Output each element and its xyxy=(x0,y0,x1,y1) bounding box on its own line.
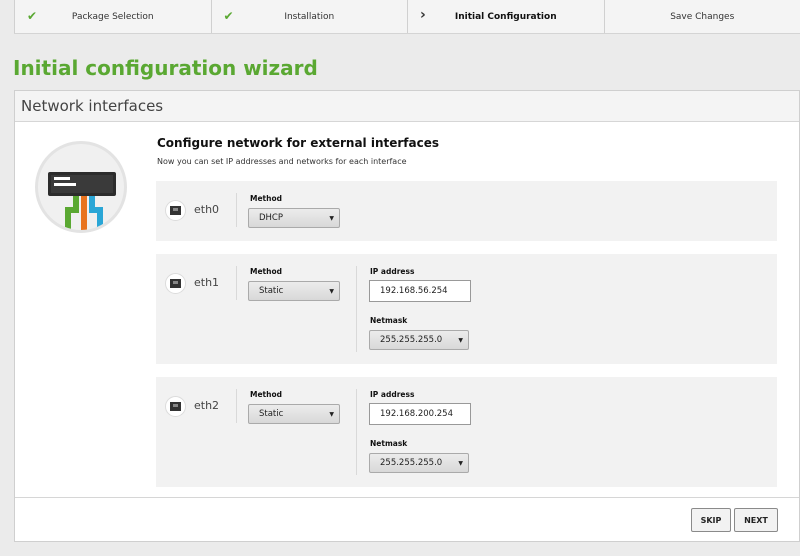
ethernet-port-icon xyxy=(165,273,186,294)
method-select[interactable]: Static ▼ xyxy=(248,404,340,424)
interface-name: eth1 xyxy=(194,276,220,289)
step-label: Initial Configuration xyxy=(454,11,557,22)
panel-heading-text: Network interfaces xyxy=(21,97,164,115)
step-label: Save Changes xyxy=(670,11,735,22)
ip-address-input[interactable]: 192.168.56.254 xyxy=(369,280,471,302)
step-initial-configuration[interactable]: › Initial Configuration xyxy=(407,0,604,33)
step-save-changes[interactable]: Save Changes xyxy=(603,0,800,33)
netmask-select[interactable]: 255.255.255.0 ▼ xyxy=(369,330,469,350)
caret-down-icon: ▼ xyxy=(329,411,334,418)
section-subtitle: Now you can set IP addresses and network… xyxy=(157,157,407,166)
interface-name: eth2 xyxy=(194,399,220,412)
panel-footer: SKIP NEXT xyxy=(15,497,799,541)
netmask-label: Netmask xyxy=(370,439,408,448)
ethernet-port-icon xyxy=(165,396,186,417)
next-button[interactable]: NEXT xyxy=(734,508,778,532)
page-title: Initial configuration wizard xyxy=(13,56,318,80)
interface-eth1: eth1 Method Static ▼ IP address 192.168.… xyxy=(156,254,777,364)
network-interfaces-panel: Network interfaces Configure network for… xyxy=(14,90,800,542)
interface-name: eth0 xyxy=(194,203,220,216)
caret-down-icon: ▼ xyxy=(329,288,334,295)
step-label: Package Selection xyxy=(71,11,154,22)
method-label: Method xyxy=(250,390,282,399)
method-select[interactable]: Static ▼ xyxy=(248,281,340,301)
method-label: Method xyxy=(250,267,282,276)
netmask-select[interactable]: 255.255.255.0 ▼ xyxy=(369,453,469,473)
method-label: Method xyxy=(250,194,282,203)
wizard-steps: ✔ Package Selection ✔ Installation › Ini… xyxy=(14,0,800,34)
netmask-label: Netmask xyxy=(370,316,408,325)
interface-eth0: eth0 Method DHCP ▼ xyxy=(156,181,777,241)
ip-address-label: IP address xyxy=(370,267,415,276)
step-package-selection[interactable]: ✔ Package Selection xyxy=(14,0,211,33)
caret-down-icon: ▼ xyxy=(458,337,463,344)
network-switch-icon xyxy=(35,141,127,233)
caret-down-icon: ▼ xyxy=(458,460,463,467)
ip-address-input[interactable]: 192.168.200.254 xyxy=(369,403,471,425)
ip-address-label: IP address xyxy=(370,390,415,399)
chevron-right-icon: › xyxy=(420,7,426,23)
section-title: Configure network for external interface… xyxy=(157,136,440,150)
interface-eth2: eth2 Method Static ▼ IP address 192.168.… xyxy=(156,377,777,487)
caret-down-icon: ▼ xyxy=(329,215,334,222)
step-installation[interactable]: ✔ Installation xyxy=(210,0,408,33)
check-icon: ✔ xyxy=(27,9,38,23)
method-select[interactable]: DHCP ▼ xyxy=(248,208,340,228)
step-label: Installation xyxy=(284,11,335,22)
skip-button[interactable]: SKIP xyxy=(691,508,731,532)
ethernet-port-icon xyxy=(165,200,186,221)
check-icon: ✔ xyxy=(223,9,234,23)
panel-heading: Network interfaces xyxy=(15,91,799,122)
